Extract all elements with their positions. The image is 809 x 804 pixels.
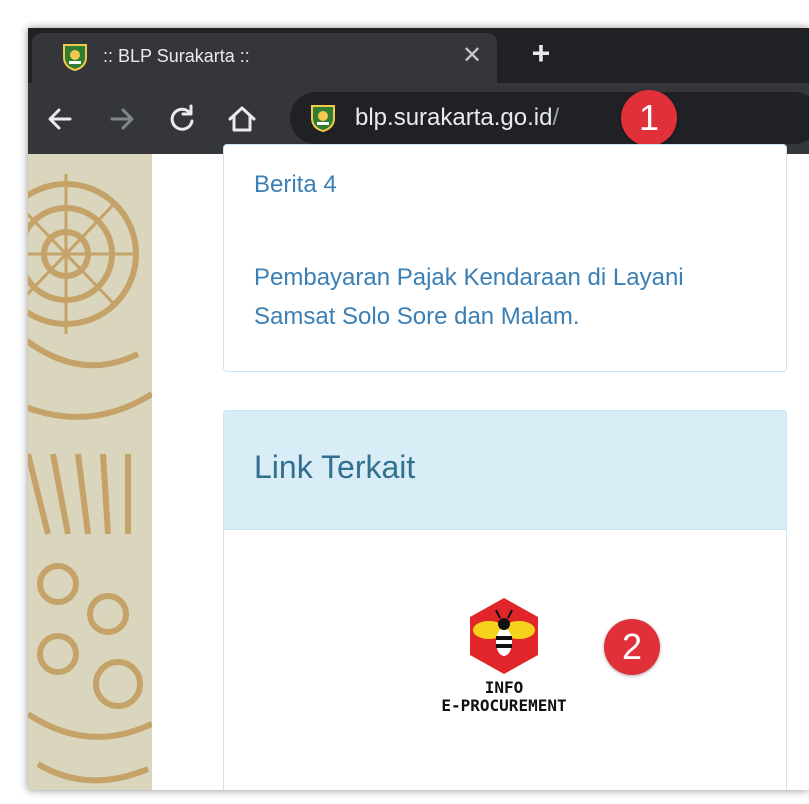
news-link-2-line-1[interactable]: Pembayaran Pajak Kendaraan di Layani: [254, 258, 684, 298]
site-favicon-icon: [63, 44, 87, 72]
annotation-badge-1: 1: [621, 90, 677, 146]
home-icon[interactable]: [224, 101, 260, 137]
tab-blp-surakarta[interactable]: :: BLP Surakarta :: ✕: [32, 33, 497, 83]
tab-strip: :: BLP Surakarta :: ✕ +: [28, 28, 809, 83]
forward-arrow-icon[interactable]: [104, 101, 140, 137]
reload-icon[interactable]: [164, 101, 200, 137]
news-link-1[interactable]: Berita 4: [254, 165, 337, 205]
news-link-2-line-2[interactable]: Samsat Solo Sore dan Malam.: [254, 297, 580, 337]
annotation-badge-2: 2: [604, 619, 660, 675]
site-favicon-icon: [311, 105, 335, 133]
bee-icon: [470, 598, 538, 674]
tab-title: :: BLP Surakarta ::: [103, 46, 250, 66]
plus-icon[interactable]: +: [523, 36, 559, 72]
panel-header: Link Terkait: [224, 411, 786, 530]
eprocurement-line-1: INFO: [484, 678, 524, 697]
url-host: blp.surakarta.go.id: [355, 104, 553, 131]
batik-pattern-decoration: [28, 154, 152, 790]
url-path: /: [552, 104, 560, 131]
address-bar[interactable]: blp.surakarta.go.id/: [290, 92, 809, 144]
close-icon[interactable]: ✕: [457, 41, 487, 71]
eprocurement-line-2: E-PROCUREMENT: [441, 696, 567, 715]
back-arrow-icon[interactable]: [42, 101, 78, 137]
url-text: blp.surakarta.go.id/: [355, 104, 559, 132]
related-links-panel: Link Terkait INFO E-PROCUREMENT 2: [223, 410, 787, 790]
news-panel: Berita 4 Pembayaran Pajak Kendaraan di L…: [223, 144, 787, 372]
web-page: Berita 4 Pembayaran Pajak Kendaraan di L…: [28, 144, 809, 790]
eprocurement-link[interactable]: INFO E-PROCUREMENT: [414, 596, 594, 716]
panel-title: Link Terkait: [254, 449, 416, 485]
browser-window: :: BLP Surakarta :: ✕ + blp.surakarta.go…: [28, 28, 809, 790]
